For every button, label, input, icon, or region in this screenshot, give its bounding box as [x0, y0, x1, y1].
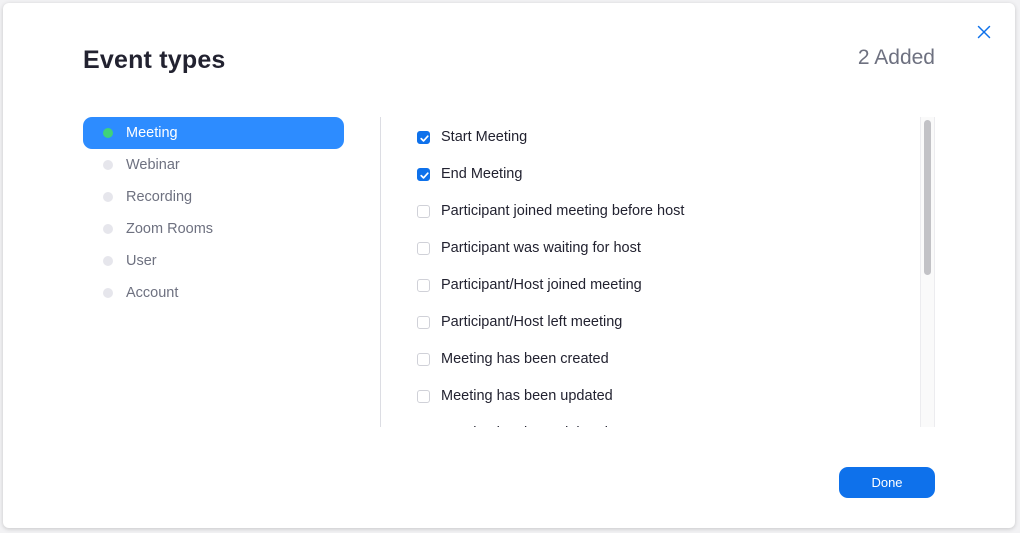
event-label: Participant joined meeting before host — [441, 203, 685, 219]
event-row[interactable]: Meeting has been created — [381, 339, 918, 376]
dialog-title: Event types — [83, 46, 226, 74]
event-label: Meeting has been created — [441, 351, 609, 367]
nav-item-account[interactable]: Account — [83, 277, 344, 309]
event-row[interactable]: End Meeting — [381, 154, 918, 191]
event-label: Participant/Host left meeting — [441, 314, 623, 330]
status-dot-icon — [103, 288, 113, 298]
checkmark-icon — [420, 135, 429, 142]
event-checkbox[interactable] — [417, 205, 430, 218]
nav-item-recording[interactable]: Recording — [83, 181, 344, 213]
nav-item-label: Zoom Rooms — [126, 221, 214, 237]
event-label: End Meeting — [441, 166, 523, 182]
event-row[interactable]: Participant/Host joined meeting — [381, 265, 918, 302]
checkmark-icon — [420, 172, 429, 179]
event-checkbox[interactable] — [417, 168, 430, 181]
event-checkbox[interactable] — [417, 353, 430, 366]
nav-item-label: User — [126, 253, 157, 269]
nav-item-label: Webinar — [126, 157, 180, 173]
category-nav: Meeting Webinar Recording Zoom Rooms User Acc… — [83, 117, 344, 309]
status-dot-icon — [103, 160, 113, 170]
status-dot-icon — [103, 128, 113, 138]
event-row[interactable]: Participant was waiting for host — [381, 228, 918, 265]
close-button[interactable] — [975, 23, 993, 41]
done-button[interactable]: Done — [839, 467, 935, 498]
nav-item-zoom-rooms[interactable]: Zoom Rooms — [83, 213, 344, 245]
event-row[interactable]: Start Meeting — [381, 117, 918, 154]
nav-item-label: Account — [126, 285, 179, 301]
event-row[interactable]: Participant/Host left meeting — [381, 302, 918, 339]
scrollbar-thumb[interactable] — [924, 120, 931, 275]
status-dot-icon — [103, 224, 113, 234]
event-label: Meeting has been updated — [441, 388, 613, 404]
event-label: Meeting has been deleted — [441, 425, 608, 427]
event-checkbox[interactable] — [417, 316, 430, 329]
event-checkbox[interactable] — [417, 390, 430, 403]
event-row[interactable]: Meeting has been updated — [381, 376, 918, 413]
event-checkbox[interactable] — [417, 279, 430, 292]
event-list: Start Meeting End Meeting Participant join… — [381, 117, 918, 427]
event-label: Participant was waiting for host — [441, 240, 641, 256]
status-dot-icon — [103, 192, 113, 202]
nav-item-label: Meeting — [126, 125, 178, 141]
event-label: Start Meeting — [441, 129, 528, 145]
event-row[interactable]: Participant joined meeting before host — [381, 191, 918, 228]
event-list-scrollbar[interactable] — [920, 117, 935, 427]
event-label: Participant/Host joined meeting — [441, 277, 642, 293]
nav-item-webinar[interactable]: Webinar — [83, 149, 344, 181]
nav-item-label: Recording — [126, 189, 193, 205]
event-types-dialog: Event types 2 Added Meeting Webinar Record… — [3, 3, 1015, 528]
nav-item-meeting[interactable]: Meeting — [83, 117, 344, 149]
event-row[interactable]: Meeting has been deleted — [381, 413, 918, 427]
added-count: 2 Added — [857, 46, 935, 69]
status-dot-icon — [103, 256, 113, 266]
nav-item-user[interactable]: User — [83, 245, 344, 277]
close-icon — [977, 25, 991, 39]
event-checkbox[interactable] — [417, 131, 430, 144]
event-checkbox[interactable] — [417, 242, 430, 255]
